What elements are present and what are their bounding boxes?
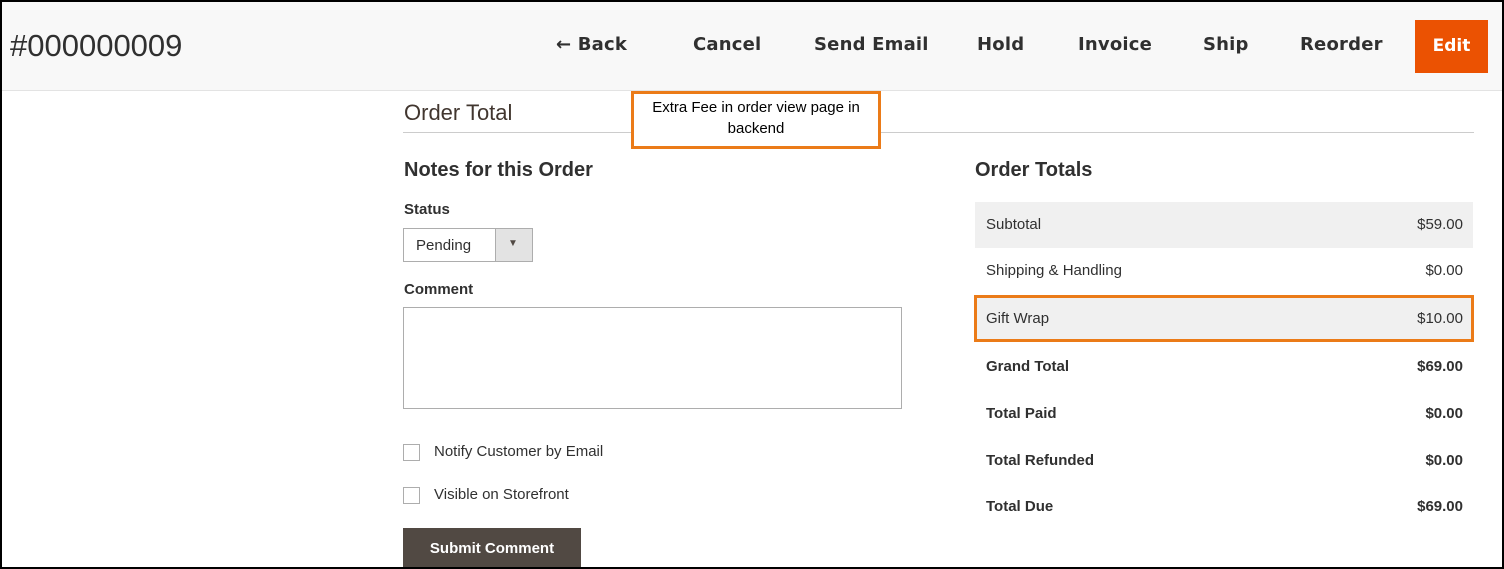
totals-row-label: Grand Total xyxy=(986,358,1070,375)
totals-row-value: $69.00 xyxy=(1417,358,1463,375)
totals-row-total-paid: Total Paid $0.00 xyxy=(975,391,1473,437)
totals-row-label: Total Refunded xyxy=(986,452,1095,469)
section-divider xyxy=(403,132,1474,133)
select-toggle[interactable]: ▼ xyxy=(495,229,532,261)
cancel-button[interactable]: Cancel xyxy=(693,2,761,90)
page-title: #000000009 xyxy=(10,28,183,63)
totals-row-total-refunded: Total Refunded $0.00 xyxy=(975,438,1473,484)
status-select-value: Pending xyxy=(416,237,472,254)
totals-row-subtotal: Subtotal $59.00 xyxy=(975,202,1473,248)
totals-row-value: $0.00 xyxy=(1425,405,1463,422)
totals-row-grand-total: Grand Total $69.00 xyxy=(975,344,1473,390)
order-totals-heading: Order Totals xyxy=(975,159,1093,181)
chevron-down-icon: ▼ xyxy=(508,238,518,249)
totals-row-label: Gift Wrap xyxy=(986,310,1050,327)
status-select[interactable]: Pending ▼ xyxy=(403,228,533,262)
notify-customer-checkbox[interactable] xyxy=(403,444,420,461)
totals-row-label: Subtotal xyxy=(986,216,1042,233)
totals-row-value: $0.00 xyxy=(1425,262,1463,279)
totals-row-value: $0.00 xyxy=(1425,452,1463,469)
notes-heading: Notes for this Order xyxy=(404,159,593,181)
hold-button[interactable]: Hold xyxy=(977,2,1024,90)
back-button[interactable]: ← Back xyxy=(556,2,627,90)
comment-textarea[interactable] xyxy=(403,307,902,409)
send-email-button[interactable]: Send Email xyxy=(814,2,929,90)
edit-button[interactable]: Edit xyxy=(1415,20,1488,73)
submit-comment-button[interactable]: Submit Comment xyxy=(403,528,581,569)
page-header: #000000009 ← Back Cancel Send Email Hold… xyxy=(2,2,1502,91)
notify-customer-label: Notify Customer by Email xyxy=(434,443,604,460)
totals-row-value: $69.00 xyxy=(1417,498,1463,515)
totals-row-label: Shipping & Handling xyxy=(986,262,1122,279)
reorder-button[interactable]: Reorder xyxy=(1300,2,1383,90)
ship-button[interactable]: Ship xyxy=(1203,2,1249,90)
totals-row-value: $10.00 xyxy=(1417,310,1463,327)
comment-label: Comment xyxy=(404,281,474,298)
invoice-button[interactable]: Invoice xyxy=(1078,2,1152,90)
section-title: Order Total xyxy=(404,100,513,125)
totals-row-shipping: Shipping & Handling $0.00 xyxy=(975,248,1473,294)
totals-row-value: $59.00 xyxy=(1417,216,1463,233)
totals-row-total-due: Total Due $69.00 xyxy=(975,484,1473,530)
status-label: Status xyxy=(404,201,450,218)
visible-storefront-label: Visible on Storefront xyxy=(434,486,569,503)
totals-row-label: Total Paid xyxy=(986,405,1057,422)
totals-row-label: Total Due xyxy=(986,498,1054,515)
visible-storefront-checkbox[interactable] xyxy=(403,487,420,504)
totals-row-gift-wrap: Gift Wrap $10.00 xyxy=(975,296,1473,342)
annotation-callout: Extra Fee in order view page in backend xyxy=(631,91,881,149)
